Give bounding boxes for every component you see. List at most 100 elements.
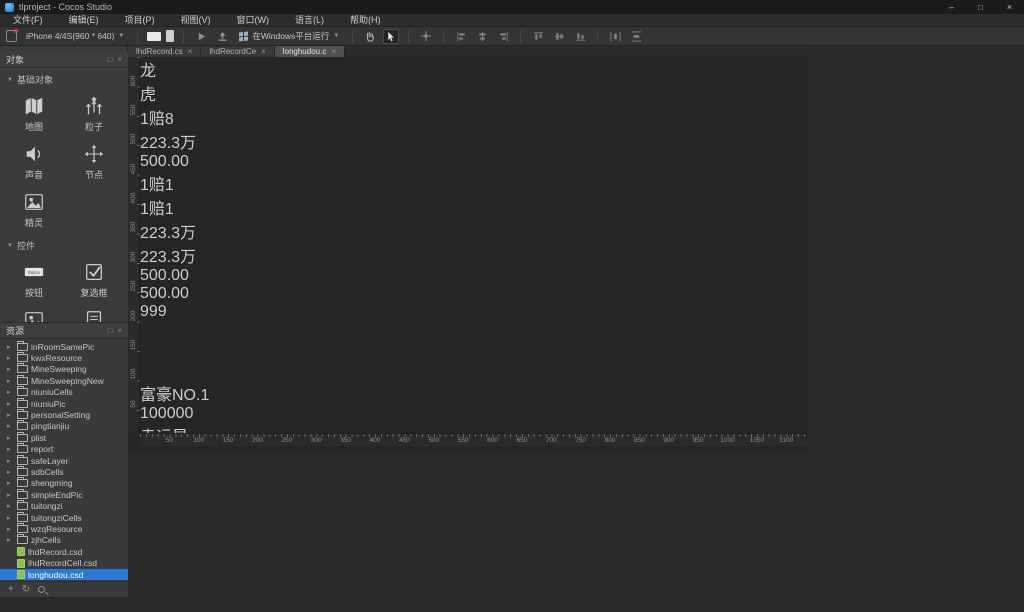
tool-map[interactable]: 地图: [4, 89, 64, 137]
expand-arrow-icon[interactable]: ▸: [7, 422, 14, 430]
resource-folder-wzqResource[interactable]: ▸wzqResource: [0, 523, 128, 534]
align-middle-vertical-icon[interactable]: [551, 29, 567, 44]
resource-folder-pingtianjiu[interactable]: ▸pingtianjiu: [0, 421, 128, 432]
select-tool-icon[interactable]: [383, 29, 399, 44]
resource-file-lhdRecordCell.csd[interactable]: lhdRecordCell.csd: [0, 557, 128, 568]
document-tab-longhudou[interactable]: longhudou.c: [275, 46, 345, 57]
landscape-orientation-icon[interactable]: [147, 32, 161, 41]
expand-arrow-icon[interactable]: ▸: [7, 388, 14, 396]
close-panel-icon[interactable]: [117, 52, 122, 68]
dragon-bet-amount: 500.00: [140, 267, 808, 285]
menu-item-view[interactable]: 视图(V): [168, 14, 224, 27]
expand-arrow-icon[interactable]: ▸: [7, 411, 14, 419]
resource-folder-plist[interactable]: ▸plist: [0, 432, 128, 443]
expand-arrow-icon[interactable]: ▸: [7, 502, 14, 510]
tab-label: longhudou.c: [283, 47, 327, 56]
canvas-area: lhdRecord.cslhdRecordCelonghudou.c 60055…: [128, 46, 808, 450]
expand-arrow-icon[interactable]: ▸: [7, 536, 14, 544]
resource-folder-simpleEndPic[interactable]: ▸simpleEndPic: [0, 489, 128, 500]
expand-arrow-icon[interactable]: ▸: [7, 525, 14, 533]
document-tab-lhdRecord[interactable]: lhdRecord.cs: [128, 46, 201, 57]
tool-button[interactable]: Button按钮: [4, 255, 64, 303]
close-tab-icon[interactable]: [188, 47, 193, 56]
resource-folder-sdbCells[interactable]: ▸sdbCells: [0, 466, 128, 477]
resource-folder-personalSetting[interactable]: ▸personalSetting: [0, 409, 128, 420]
refresh-resources-button[interactable]: ↻: [22, 584, 30, 595]
maximize-button[interactable]: [966, 0, 995, 14]
tool-node[interactable]: 节点: [64, 137, 124, 185]
close-tab-icon[interactable]: [331, 47, 336, 56]
menu-item-edit[interactable]: 编辑(E): [56, 14, 112, 27]
resource-folder-zjhCells[interactable]: ▸zjhCells: [0, 535, 128, 546]
close-button[interactable]: [995, 0, 1024, 14]
folder-icon: [17, 491, 28, 499]
search-icon[interactable]: [38, 586, 45, 593]
expand-arrow-icon[interactable]: ▸: [7, 491, 14, 499]
minimize-button[interactable]: [937, 0, 966, 14]
expand-arrow-icon[interactable]: ▸: [7, 354, 14, 362]
device-rotate-icon[interactable]: [6, 30, 17, 42]
tool-checkbox[interactable]: 复选框: [64, 255, 124, 303]
expand-arrow-icon[interactable]: ▸: [7, 479, 14, 487]
align-bottom-icon[interactable]: [572, 29, 588, 44]
rich-rank-badge[interactable]: [140, 321, 808, 381]
resource-folder-MineSweeping[interactable]: ▸MineSweeping: [0, 364, 128, 375]
align-left-icon[interactable]: [453, 29, 469, 44]
run-platform-select[interactable]: 在Windows平台运行 ▼: [235, 29, 343, 43]
align-right-icon[interactable]: [495, 29, 511, 44]
resource-folder-shengming[interactable]: ▸shengming: [0, 478, 128, 489]
align-center-horizontal-icon[interactable]: [474, 29, 490, 44]
expand-arrow-icon[interactable]: ▸: [7, 377, 14, 385]
expand-arrow-icon[interactable]: ▸: [7, 457, 14, 465]
menu-item-window[interactable]: 窗口(W): [224, 14, 283, 27]
menu-item-project[interactable]: 项目(P): [112, 14, 168, 27]
tool-audio[interactable]: 声音: [4, 137, 64, 185]
resource-folder-niuniuCells[interactable]: ▸niuniuCells: [0, 387, 128, 398]
resource-folder-inRoomSamePic[interactable]: ▸inRoomSamePic: [0, 341, 128, 352]
expand-arrow-icon[interactable]: ▸: [7, 343, 14, 351]
folder-icon: [17, 400, 28, 408]
resource-folder-tuitongziCells[interactable]: ▸tuitongziCells: [0, 512, 128, 523]
expand-arrow-icon[interactable]: ▸: [7, 365, 14, 373]
menu-item-language[interactable]: 语言(L): [282, 14, 337, 27]
document-tab-bar: lhdRecord.cslhdRecordCe longhudou.c: [128, 46, 808, 57]
distribute-vertical-icon[interactable]: [628, 29, 644, 44]
align-top-icon[interactable]: [530, 29, 546, 44]
distribute-horizontal-icon[interactable]: [607, 29, 623, 44]
resource-file-longhudou.csd[interactable]: longhudou.csd: [0, 569, 128, 580]
float-panel-icon[interactable]: [107, 323, 112, 339]
close-panel-icon[interactable]: [117, 323, 122, 339]
move-anchor-icon[interactable]: [418, 29, 434, 44]
publish-icon[interactable]: [214, 29, 230, 44]
document-tab-lhdRecordCell[interactable]: lhdRecordCe: [201, 46, 274, 57]
game-scene-canvas[interactable]: 龙 虎 1赔8 223.3万 500.00 1赔1 1赔1 223.3万 223…: [140, 57, 808, 433]
menu-item-help[interactable]: 帮助(H): [337, 14, 394, 27]
resource-folder-kwxResource[interactable]: ▸kwxResource: [0, 352, 128, 363]
portrait-orientation-icon[interactable]: [166, 30, 174, 42]
section-header[interactable]: ▼控件: [0, 234, 128, 254]
resource-folder-MineSweepingNew[interactable]: ▸MineSweepingNew: [0, 375, 128, 386]
hand-tool-icon[interactable]: [362, 29, 378, 44]
expand-arrow-icon[interactable]: ▸: [7, 400, 14, 408]
float-panel-icon[interactable]: [107, 52, 112, 68]
resource-folder-tuitongzi[interactable]: ▸tuitongzi: [0, 500, 128, 511]
tool-particle[interactable]: 粒子: [64, 89, 124, 137]
tool-sprite[interactable]: 精灵: [4, 185, 64, 233]
expand-arrow-icon[interactable]: ▸: [7, 514, 14, 522]
section-header[interactable]: ▼基础对象: [0, 68, 128, 88]
resource-folder-niuniuPic[interactable]: ▸niuniuPic: [0, 398, 128, 409]
close-tab-icon[interactable]: [261, 47, 266, 56]
expand-arrow-icon[interactable]: ▸: [7, 468, 14, 476]
resource-folder-safeLayer[interactable]: ▸safeLayer: [0, 455, 128, 466]
folder-icon: [17, 411, 28, 419]
play-icon[interactable]: [193, 29, 209, 44]
resources-toolbar: + ↻: [0, 581, 128, 597]
resource-file-lhdRecord.csd[interactable]: lhdRecord.csd: [0, 546, 128, 557]
expand-arrow-icon[interactable]: ▸: [7, 434, 14, 442]
resource-folder-report[interactable]: ▸report: [0, 444, 128, 455]
add-resource-button[interactable]: +: [8, 584, 14, 595]
device-select[interactable]: iPhone 4/4S(960 * 640) ▼: [22, 30, 128, 42]
tie-bet-zone[interactable]: 1赔8 223.3万 500.00: [140, 105, 808, 171]
menu-item-file[interactable]: 文件(F): [0, 14, 56, 27]
expand-arrow-icon[interactable]: ▸: [7, 445, 14, 453]
